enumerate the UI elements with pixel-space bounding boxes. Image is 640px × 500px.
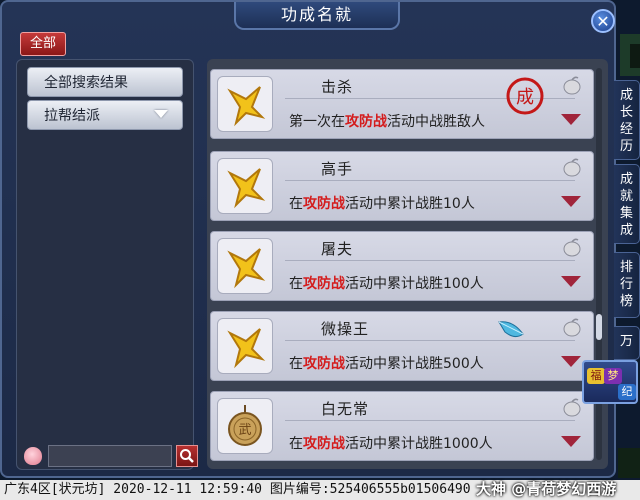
divider (285, 420, 575, 421)
search-button[interactable] (176, 445, 198, 467)
star-icon (227, 328, 266, 369)
divider (285, 180, 575, 181)
desc-highlight: 攻防战 (303, 356, 345, 372)
expand-arrow-icon[interactable] (561, 114, 581, 125)
star-icon (227, 86, 266, 127)
achievement-icon-box (217, 158, 273, 214)
tab-label: 成长经历 (619, 88, 633, 154)
expand-arrow-icon[interactable] (561, 196, 581, 207)
achievement-card[interactable]: 击杀 成 第一次在攻防战活动中战胜敌人 (210, 69, 594, 139)
peach-icon (563, 76, 581, 95)
desc-highlight: 攻防战 (303, 276, 345, 292)
search-icon (180, 449, 194, 463)
background-scenery (630, 44, 640, 68)
peach-icon (563, 398, 581, 417)
achievement-card[interactable]: 微操王 在攻防战活动中累计战胜500人 (210, 311, 594, 381)
tab-label: 万 (619, 334, 633, 349)
background-scenery (618, 448, 640, 478)
achievement-description: 在攻防战活动中累计战胜1000人 (289, 433, 493, 453)
tab-leaderboard[interactable]: 排行榜 (614, 252, 640, 318)
achievement-title: 微操王 (321, 320, 370, 338)
category-label: 全部搜索结果 (44, 75, 128, 91)
category-panel: 全部搜索结果 拉帮结派 (16, 59, 194, 470)
event-badge[interactable]: 福 梦 纪 (582, 360, 638, 404)
achievement-title: 屠夫 (321, 240, 354, 258)
achievement-card[interactable]: 武 白无常 在攻防战活动中累计战胜1000人 (210, 391, 594, 461)
star-icon (227, 248, 266, 289)
medal-icon: 武 (228, 405, 262, 446)
expand-arrow-icon[interactable] (561, 436, 581, 447)
desc-suffix: 活动中战胜敌人 (387, 114, 485, 130)
peach-icon (563, 158, 581, 177)
achievement-description: 在攻防战活动中累计战胜10人 (289, 193, 475, 213)
category-all-search-results[interactable]: 全部搜索结果 (27, 67, 183, 97)
star-icon (227, 168, 266, 209)
search-input[interactable] (48, 445, 172, 467)
achievement-icon-box: 武 (217, 398, 273, 454)
desc-suffix: 活动中累计战胜1000人 (345, 436, 493, 452)
achievement-card[interactable]: 高手 在攻防战活动中累计战胜10人 (210, 151, 594, 221)
desc-suffix: 活动中累计战胜10人 (345, 196, 475, 212)
scroll-thumb[interactable] (596, 314, 602, 340)
badge-char: 纪 (618, 384, 636, 400)
stamp-text: 成 (516, 87, 534, 108)
tab-label: 成就集成 (619, 172, 633, 238)
window-title: 功成名就 (234, 2, 400, 30)
svg-text:武: 武 (238, 423, 251, 438)
completed-stamp-icon: 成 (506, 77, 544, 115)
achievement-description: 在攻防战活动中累计战胜500人 (289, 353, 484, 373)
badge-char: 梦 (604, 368, 622, 384)
peach-icon (563, 238, 581, 257)
expand-arrow-icon[interactable] (561, 276, 581, 287)
close-button[interactable]: ✕ (591, 9, 615, 33)
status-text: 广东4区[状元坊] 2020-12-11 12:59:40 图片编号:52540… (4, 482, 471, 497)
chevron-down-icon (154, 110, 168, 118)
tab-more[interactable]: 万 (614, 326, 640, 360)
desc-suffix: 活动中累计战胜500人 (345, 356, 484, 372)
achievement-icon-box (217, 76, 273, 132)
watermark: 大神 @青荷梦幻西游 (476, 480, 617, 498)
filter-all-button[interactable]: 全部 (20, 32, 66, 56)
desc-highlight: 攻防战 (303, 436, 345, 452)
achievement-list: 击杀 成 第一次在攻防战活动中战胜敌人 高手 在攻防战活动中累计战胜10人 屠夫… (207, 59, 608, 469)
badge-char: 福 (587, 368, 605, 384)
expand-arrow-icon[interactable] (561, 356, 581, 367)
achievement-icon-box (217, 318, 273, 374)
achievement-card[interactable]: 屠夫 在攻防战活动中累计战胜100人 (210, 231, 594, 301)
feather-icon (498, 321, 524, 338)
desc-prefix: 第一次在 (289, 114, 345, 130)
achievement-title: 击杀 (321, 78, 354, 96)
divider (285, 260, 575, 261)
achievement-description: 在攻防战活动中累计战胜100人 (289, 273, 484, 293)
desc-prefix: 在 (289, 276, 303, 292)
achievement-window: 功成名就 ✕ 全部 全部搜索结果 拉帮结派 击杀 成 第一次在攻防战活动中战胜敌… (0, 0, 616, 478)
desc-highlight: 攻防战 (303, 196, 345, 212)
desc-suffix: 活动中累计战胜100人 (345, 276, 484, 292)
desc-highlight: 攻防战 (345, 114, 387, 130)
desc-prefix: 在 (289, 436, 303, 452)
category-guild-dropdown[interactable]: 拉帮结派 (27, 100, 183, 130)
achievement-title: 白无常 (321, 400, 370, 418)
desc-prefix: 在 (289, 196, 303, 212)
achievement-icon-box (217, 238, 273, 294)
peach-icon (563, 318, 581, 337)
achievement-description: 第一次在攻防战活动中战胜敌人 (289, 111, 485, 131)
search-bar (24, 445, 198, 467)
tab-growth-history[interactable]: 成长经历 (614, 80, 640, 160)
divider (285, 340, 575, 341)
achievement-title: 高手 (321, 160, 354, 178)
peach-icon (24, 447, 42, 465)
tab-label: 排行榜 (619, 260, 633, 309)
category-label: 拉帮结派 (44, 108, 100, 124)
tab-achievement-collection[interactable]: 成就集成 (614, 164, 640, 244)
desc-prefix: 在 (289, 356, 303, 372)
